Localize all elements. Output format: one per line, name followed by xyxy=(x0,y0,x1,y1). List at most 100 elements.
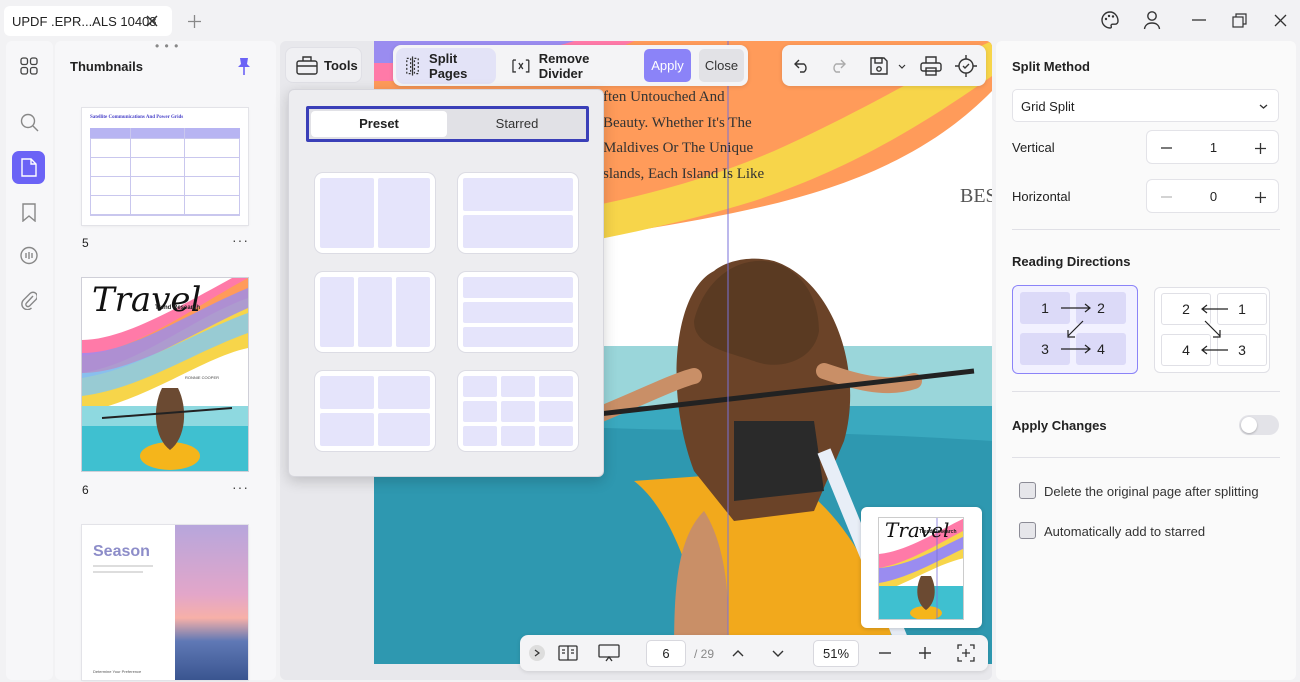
restore-window-icon[interactable] xyxy=(1228,9,1250,31)
direction-arrows-icon xyxy=(1201,304,1228,355)
preset-cell xyxy=(320,277,354,347)
vertical-decrement-icon[interactable] xyxy=(1159,141,1173,155)
preset-cell xyxy=(501,426,535,446)
new-tab-plus-icon[interactable] xyxy=(186,13,202,29)
attachment-icon[interactable] xyxy=(18,289,40,311)
remove-divider-button[interactable]: Remove Divider xyxy=(506,48,636,84)
thumbnail-page-5-more-icon[interactable]: ··· xyxy=(232,232,249,248)
document-tab[interactable]: UPDF .EPR...ALS 10408 xyxy=(4,6,172,36)
zoom-level-input[interactable]: 51% xyxy=(813,640,859,667)
ai-assistant-icon[interactable] xyxy=(954,54,978,78)
apply-changes-label: Apply Changes xyxy=(1012,418,1107,433)
reading-direction-left-to-right[interactable]: 1 2 3 4 xyxy=(1012,285,1138,374)
table-header-strip xyxy=(90,128,240,138)
horizontal-increment-icon[interactable] xyxy=(1253,190,1267,204)
apply-changes-toggle[interactable] xyxy=(1239,415,1279,435)
horizontal-label: Horizontal xyxy=(1012,189,1071,204)
split-pages-button[interactable]: Split Pages xyxy=(396,48,496,84)
presentation-icon[interactable] xyxy=(597,642,621,664)
left-tool-rail xyxy=(6,41,53,680)
tab-preset[interactable]: Preset xyxy=(311,111,447,137)
tab-starred[interactable]: Starred xyxy=(449,111,585,137)
comment-icon[interactable] xyxy=(18,245,40,267)
vertical-increment-icon[interactable] xyxy=(1253,141,1267,155)
redo-icon[interactable] xyxy=(827,55,849,77)
preset-two-rows[interactable] xyxy=(458,173,578,253)
tools-button[interactable]: Tools xyxy=(285,47,362,83)
close-button[interactable]: Close xyxy=(699,49,744,82)
preset-cell xyxy=(463,401,497,422)
thumbnail-page-6-more-icon[interactable]: ··· xyxy=(232,479,249,495)
split-method-value: Grid Split xyxy=(1021,99,1075,114)
title-bar: UPDF .EPR...ALS 10408 xyxy=(0,0,1300,40)
page-text-line: Beauty. Whether It's The xyxy=(603,114,752,131)
minimize-window-icon[interactable] xyxy=(1188,9,1210,31)
page-text-line: slands, Each Island Is Like xyxy=(603,166,765,183)
mini-preview-page: Travel Trend Research xyxy=(878,517,964,620)
close-tab-icon[interactable] xyxy=(144,13,160,29)
undo-icon[interactable] xyxy=(791,55,813,77)
preset-three-rows[interactable] xyxy=(458,272,578,352)
thumbnail-page-7[interactable]: Season Determine Your Preference xyxy=(82,525,248,680)
auto-starred-checkbox[interactable] xyxy=(1019,522,1036,539)
reading-directions-title: Reading Directions xyxy=(1012,254,1131,269)
save-options-chevron-down-icon[interactable] xyxy=(895,59,909,73)
thumbnail-page-6[interactable]: Travel Trend Research RONNIE COOPER xyxy=(82,278,248,471)
zoom-in-icon[interactable] xyxy=(916,644,934,662)
split-pages-label: Split Pages xyxy=(429,51,468,81)
chevron-down-icon xyxy=(1257,100,1269,112)
page-layout-icon[interactable] xyxy=(556,642,580,664)
preset-two-columns[interactable] xyxy=(315,173,435,253)
split-method-select[interactable]: Grid Split xyxy=(1012,89,1279,122)
vertical-label: Vertical xyxy=(1012,140,1055,155)
save-icon[interactable] xyxy=(868,55,890,77)
user-account-icon[interactable] xyxy=(1141,9,1163,31)
pin-panel-icon[interactable] xyxy=(233,55,255,77)
panel-resize-handle[interactable]: • • • xyxy=(155,39,179,53)
reading-direction-right-to-left[interactable]: 2 1 4 3 xyxy=(1154,287,1270,373)
fit-page-icon[interactable] xyxy=(955,642,977,664)
theme-palette-icon[interactable] xyxy=(1099,9,1121,31)
preset-cell xyxy=(320,178,374,248)
tools-label: Tools xyxy=(324,57,358,73)
zoom-out-icon[interactable] xyxy=(876,644,894,662)
preset-cell xyxy=(463,327,573,347)
apply-button[interactable]: Apply xyxy=(644,49,691,82)
close-window-icon[interactable] xyxy=(1269,9,1291,31)
delete-original-checkbox[interactable] xyxy=(1019,482,1036,499)
mini-preview-subtitle: Trend Research xyxy=(919,529,957,535)
bookmark-icon[interactable] xyxy=(18,201,40,223)
horizontal-decrement-icon[interactable] xyxy=(1159,190,1173,204)
edit-toolbar xyxy=(782,45,986,86)
thumbnail-page-6-title: Travel xyxy=(92,280,202,320)
page-thumbnails-icon[interactable] xyxy=(12,151,45,184)
previous-page-chevron-up-icon[interactable] xyxy=(729,644,747,662)
search-icon[interactable] xyxy=(18,111,40,133)
vertical-stepper: 1 xyxy=(1146,130,1279,164)
next-page-chevron-down-icon[interactable] xyxy=(769,644,787,662)
section-divider xyxy=(1012,229,1280,230)
apps-grid-icon[interactable] xyxy=(18,55,40,77)
text-line xyxy=(93,571,143,573)
page-mini-preview[interactable]: Travel Trend Research xyxy=(861,507,982,628)
preset-cell xyxy=(378,376,430,409)
preset-cell xyxy=(463,277,573,298)
print-icon[interactable] xyxy=(919,54,943,78)
preset-three-by-three[interactable] xyxy=(458,371,578,451)
thumbnail-page-5[interactable]: Satellite Communications And Power Grids xyxy=(82,108,248,225)
split-preset-popup: Preset Starred xyxy=(288,89,604,477)
preset-tab-bar: Preset Starred xyxy=(306,106,589,142)
preset-cell xyxy=(396,277,430,347)
collapse-bar-chevron-right-icon[interactable] xyxy=(529,645,545,661)
section-divider xyxy=(1012,391,1280,392)
preset-three-columns[interactable] xyxy=(315,272,435,352)
toggle-knob xyxy=(1241,417,1257,433)
current-page-input[interactable]: 6 xyxy=(646,640,686,667)
text-line xyxy=(93,565,153,567)
section-divider xyxy=(1012,457,1280,458)
preset-cell xyxy=(378,178,430,248)
toolbox-icon xyxy=(296,56,318,75)
page-side-heading: BES xyxy=(960,185,992,207)
thumbnails-title: Thumbnails xyxy=(70,59,143,74)
preset-two-by-two[interactable] xyxy=(315,371,435,451)
